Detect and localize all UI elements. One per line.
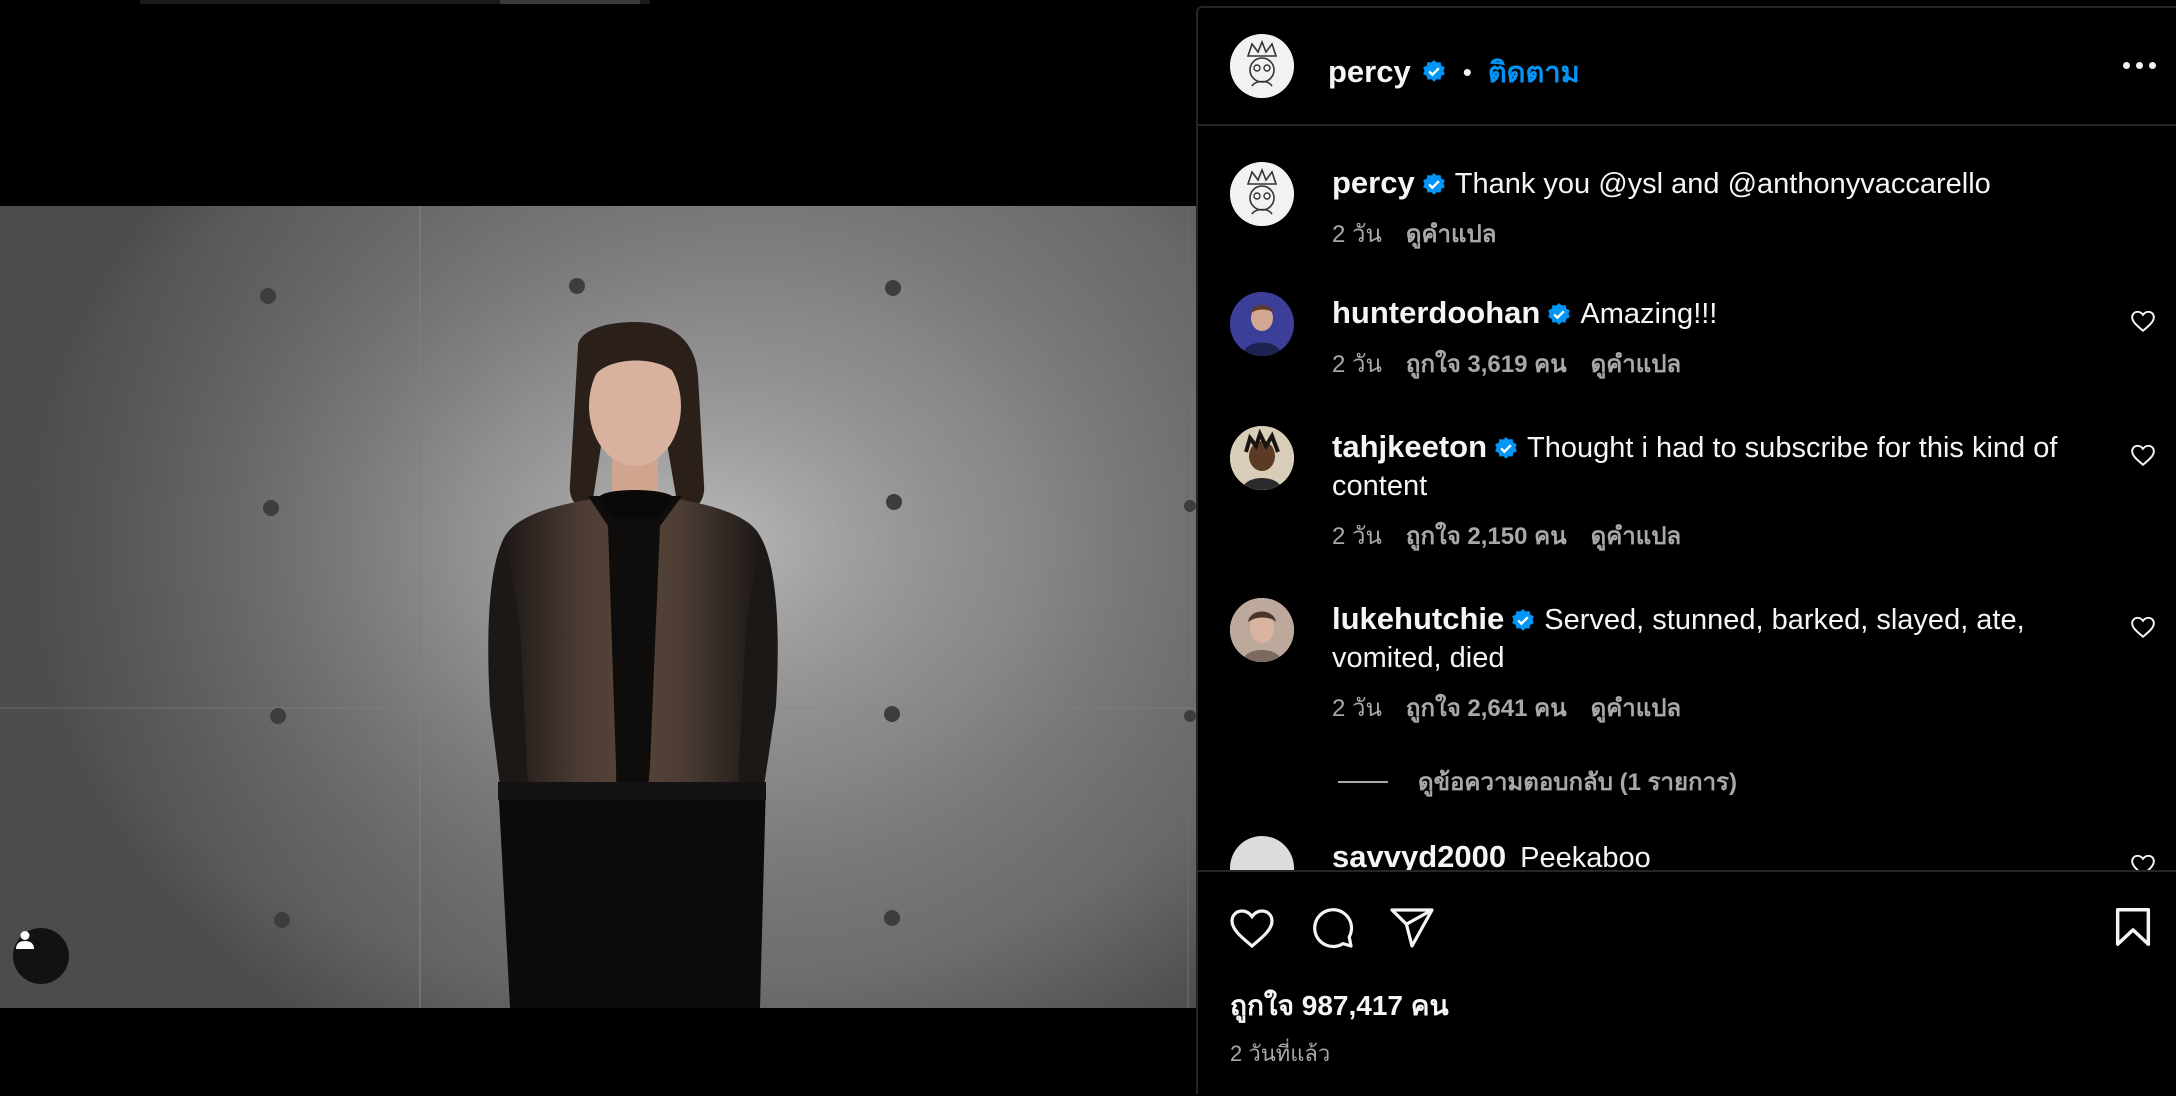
comment-likes[interactable]: ถูกใจ 2,641 คน <box>1406 688 1567 727</box>
comment-icon[interactable] <box>1308 904 1356 952</box>
profile-photo-icon <box>1230 598 1294 662</box>
comment-username[interactable]: hunterdoohan <box>1332 295 1540 330</box>
comment-username[interactable]: tahjkeeton <box>1332 429 1487 464</box>
post-actions: ถูกใจ 987,417 คน 2 วันที่แล้ว <box>1198 870 2176 1096</box>
post-likes-count[interactable]: ถูกใจ 987,417 คน <box>1230 984 1449 1028</box>
post-detail-panel: percy • ติดตาม percy Thank you @ysl and … <box>1196 6 2176 1094</box>
comment-username[interactable]: savvyd2000 <box>1332 839 1506 870</box>
comment-time[interactable]: 2 วัน <box>1332 688 1382 727</box>
separator-dot: • <box>1462 56 1472 87</box>
heart-icon[interactable] <box>2130 308 2156 334</box>
caption-translate-link[interactable]: ดูคำแปล <box>1406 214 1497 253</box>
comment-likes[interactable]: ถูกใจ 3,619 คน <box>1406 344 1567 383</box>
verified-badge-icon <box>1422 60 1445 82</box>
sketch-avatar-icon <box>1230 162 1294 226</box>
caption-meta: 2 วัน ดูคำแปล <box>1332 214 1496 253</box>
comment-meta: 2 วัน ถูกใจ 2,641 คน ดูคำแปล <box>1332 688 1681 727</box>
view-replies-button[interactable]: ดูข้อความตอบกลับ (1 รายการ) <box>1338 762 1737 801</box>
caption-avatar[interactable] <box>1230 162 1294 226</box>
comment-text: Peekaboo <box>1520 842 1651 870</box>
comment-meta: 2 วัน ถูกใจ 2,150 คน ดูคำแปล <box>1332 516 1681 555</box>
comment-avatar[interactable] <box>1230 292 1294 356</box>
caption-username[interactable]: percy <box>1332 165 1415 200</box>
view-replies-label: ดูข้อความตอบกลับ (1 รายการ) <box>1418 769 1737 796</box>
comment-body: lukehutchie Served, stunned, barked, slay… <box>1332 600 2072 677</box>
post-photo[interactable] <box>0 206 1196 1008</box>
comment-translate-link[interactable]: ดูคำแปล <box>1591 344 1682 383</box>
comments-list[interactable]: percy Thank you @ysl and @anthonyvaccarel… <box>1198 126 2176 870</box>
share-icon[interactable] <box>1388 904 1436 952</box>
comment-body: tahjkeeton Thought i had to subscribe for… <box>1332 428 2072 505</box>
comment-meta: 2 วัน ถูกใจ 3,619 คน ดูคำแปล <box>1332 344 1681 383</box>
comment-translate-link[interactable]: ดูคำแปล <box>1591 516 1682 555</box>
heart-icon[interactable] <box>2130 614 2156 640</box>
user-tag-icon <box>16 931 34 949</box>
comment-time[interactable]: 2 วัน <box>1332 516 1382 555</box>
comment-time[interactable]: 2 วัน <box>1332 344 1382 383</box>
verified-badge-icon <box>1495 437 1517 460</box>
author-avatar[interactable] <box>1230 34 1294 98</box>
author-username[interactable]: percy <box>1328 54 1411 90</box>
comment-username[interactable]: lukehutchie <box>1332 601 1504 636</box>
comment-body: savvyd2000 Peekaboo <box>1332 838 2072 870</box>
sketch-avatar-icon <box>1230 34 1294 98</box>
profile-photo-icon <box>1230 292 1294 356</box>
comment-avatar[interactable] <box>1230 836 1294 870</box>
caption-text: Thank you @ysl and @anthonyvaccarello <box>1454 168 1991 200</box>
verified-badge-icon <box>1512 609 1535 632</box>
more-options-icon[interactable] <box>2123 62 2156 69</box>
heart-icon[interactable] <box>2130 442 2156 468</box>
post-timestamp[interactable]: 2 วันที่แล้ว <box>1230 1036 1330 1071</box>
heart-icon[interactable] <box>2130 852 2156 870</box>
verified-badge-icon <box>1548 303 1571 326</box>
comment-likes[interactable]: ถูกใจ 2,150 คน <box>1406 516 1567 555</box>
previous-post-strip-highlight <box>500 0 640 4</box>
post-header: percy • ติดตาม <box>1198 8 2176 126</box>
verified-badge-icon <box>1422 173 1445 196</box>
follow-button[interactable]: ติดตาม <box>1488 49 1580 95</box>
comment-avatar[interactable] <box>1230 598 1294 662</box>
author-row: percy • ติดตาม <box>1328 49 1580 95</box>
caption-time[interactable]: 2 วัน <box>1332 214 1382 253</box>
photo-illustration <box>0 206 1196 1008</box>
comment-text: Amazing!!! <box>1580 298 1718 330</box>
bookmark-icon[interactable] <box>2110 904 2156 950</box>
tagged-users-button[interactable] <box>13 928 69 984</box>
profile-photo-icon <box>1230 426 1294 490</box>
caption-body: percy Thank you @ysl and @anthonyvaccarel… <box>1332 164 2072 203</box>
comment-translate-link[interactable]: ดูคำแปล <box>1591 688 1682 727</box>
comment-body: hunterdoohan Amazing!!! <box>1332 294 2072 333</box>
heart-icon[interactable] <box>1228 904 1276 952</box>
comment-avatar[interactable] <box>1230 426 1294 490</box>
replies-divider <box>1338 780 1388 783</box>
